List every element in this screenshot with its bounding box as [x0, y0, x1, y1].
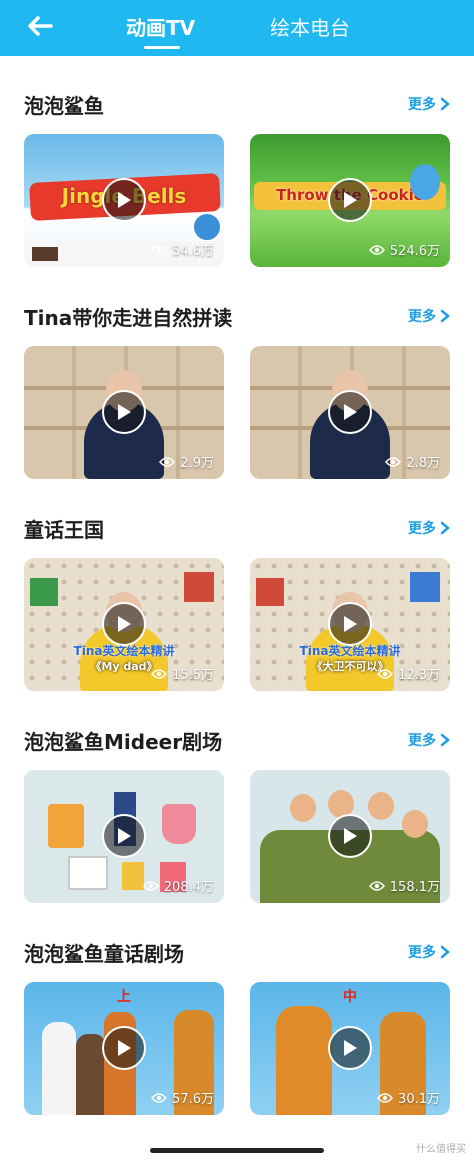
play-button[interactable] — [328, 178, 372, 222]
eye-icon — [377, 668, 394, 679]
more-link[interactable]: 更多 — [408, 306, 450, 326]
more-link[interactable]: 更多 — [408, 518, 450, 538]
eye-icon — [151, 244, 168, 255]
section-paopao-shark: 泡泡鲨鱼 更多 Jingle Bells 54.6万 Throw the Coo… — [0, 90, 474, 302]
chevron-right-icon — [440, 733, 450, 747]
section-title: Tina带你走进自然拼读 — [24, 306, 233, 330]
view-count-value: 15.5万 — [172, 668, 214, 683]
section-mideer-theater: 泡泡鲨鱼Mideer剧场 更多 208.4万 158.1万 — [0, 726, 474, 938]
section-fairy-kingdom: 童话王国 更多 Tina英文绘本精讲 《My dad》 15.5万 Tina英文… — [0, 514, 474, 726]
tab-picture-book-radio[interactable]: 绘本电台 — [270, 12, 350, 41]
view-count: 2.9万 — [159, 452, 214, 471]
section-fairy-tale-theater: 泡泡鲨鱼童话剧场 更多 上 57.6万 中 30.1万 — [0, 938, 474, 1150]
eye-icon — [159, 456, 176, 467]
play-button[interactable] — [328, 390, 372, 434]
eye-icon — [377, 1092, 394, 1103]
play-icon — [118, 404, 131, 420]
back-button[interactable] — [24, 12, 56, 40]
play-button[interactable] — [328, 1026, 372, 1070]
view-count-value: 524.6万 — [389, 244, 440, 259]
section-title: 泡泡鲨鱼 — [24, 94, 104, 118]
video-card[interactable]: 上 57.6万 — [24, 982, 224, 1115]
view-count: 54.6万 — [151, 240, 214, 259]
view-count: 30.1万 — [377, 1088, 440, 1107]
video-card[interactable]: Tina英文绘本精讲 《大卫不可以》 12.3万 — [250, 558, 450, 691]
video-card[interactable]: Jingle Bells 54.6万 — [24, 134, 224, 267]
watermark: 什么值得买 — [416, 1144, 466, 1155]
eye-icon — [385, 456, 402, 467]
view-count: 208.4万 — [142, 876, 214, 895]
more-label: 更多 — [408, 945, 436, 961]
top-bar: 动画TV 绘本电台 — [0, 0, 474, 56]
chevron-right-icon — [440, 97, 450, 111]
more-label: 更多 — [408, 97, 436, 113]
eye-icon — [151, 668, 168, 679]
play-icon — [344, 192, 357, 208]
chevron-right-icon — [440, 309, 450, 323]
section-title: 童话王国 — [24, 518, 104, 542]
more-link[interactable]: 更多 — [408, 94, 450, 114]
play-button[interactable] — [328, 814, 372, 858]
section-title: 泡泡鲨鱼童话剧场 — [24, 942, 184, 966]
view-count-value: 2.9万 — [180, 456, 214, 471]
section-title: 泡泡鲨鱼Mideer剧场 — [24, 730, 223, 754]
tab-animation-tv[interactable]: 动画TV — [126, 12, 195, 41]
video-card[interactable]: 中 30.1万 — [250, 982, 450, 1115]
video-card[interactable]: 2.9万 — [24, 346, 224, 479]
view-count: 158.1万 — [368, 876, 440, 895]
play-button[interactable] — [102, 390, 146, 434]
play-icon — [118, 1040, 131, 1056]
more-label: 更多 — [408, 733, 436, 749]
section-tina-phonics: Tina带你走进自然拼读 更多 2.9万 2.8万 — [0, 302, 474, 514]
play-icon — [118, 828, 131, 844]
view-count: 524.6万 — [368, 240, 440, 259]
play-icon — [344, 828, 357, 844]
view-count-value: 30.1万 — [398, 1092, 440, 1107]
view-count: 57.6万 — [151, 1088, 214, 1107]
video-card[interactable]: Throw the Cookie 524.6万 — [250, 134, 450, 267]
eye-icon — [368, 880, 385, 891]
play-icon — [344, 404, 357, 420]
video-card[interactable]: 158.1万 — [250, 770, 450, 903]
play-button[interactable] — [328, 602, 372, 646]
view-count: 15.5万 — [151, 664, 214, 683]
play-icon — [118, 616, 131, 632]
view-count-value: 12.3万 — [398, 668, 440, 683]
home-indicator — [150, 1148, 324, 1153]
more-link[interactable]: 更多 — [408, 730, 450, 750]
more-label: 更多 — [408, 521, 436, 537]
more-link[interactable]: 更多 — [408, 942, 450, 962]
play-button[interactable] — [102, 1026, 146, 1070]
view-count: 2.8万 — [385, 452, 440, 471]
play-button[interactable] — [102, 602, 146, 646]
eye-icon — [151, 1092, 168, 1103]
active-tab-indicator — [144, 46, 180, 49]
video-caption: 上 — [117, 989, 131, 1005]
video-card[interactable]: 2.8万 — [250, 346, 450, 479]
view-count-value: 57.6万 — [172, 1092, 214, 1107]
chevron-right-icon — [440, 521, 450, 535]
view-count-value: 158.1万 — [389, 880, 440, 895]
play-button[interactable] — [102, 814, 146, 858]
eye-icon — [368, 244, 385, 255]
play-icon — [344, 616, 357, 632]
play-icon — [344, 1040, 357, 1056]
chevron-right-icon — [440, 945, 450, 959]
view-count: 12.3万 — [377, 664, 440, 683]
play-icon — [118, 192, 131, 208]
play-button[interactable] — [102, 178, 146, 222]
eye-icon — [142, 880, 159, 891]
video-caption: 中 — [343, 989, 357, 1005]
view-count-value: 54.6万 — [172, 244, 214, 259]
view-count-value: 2.8万 — [406, 456, 440, 471]
video-card[interactable]: 208.4万 — [24, 770, 224, 903]
arrow-left-icon — [28, 16, 53, 36]
view-count-value: 208.4万 — [163, 880, 214, 895]
video-card[interactable]: Tina英文绘本精讲 《My dad》 15.5万 — [24, 558, 224, 691]
more-label: 更多 — [408, 309, 436, 325]
